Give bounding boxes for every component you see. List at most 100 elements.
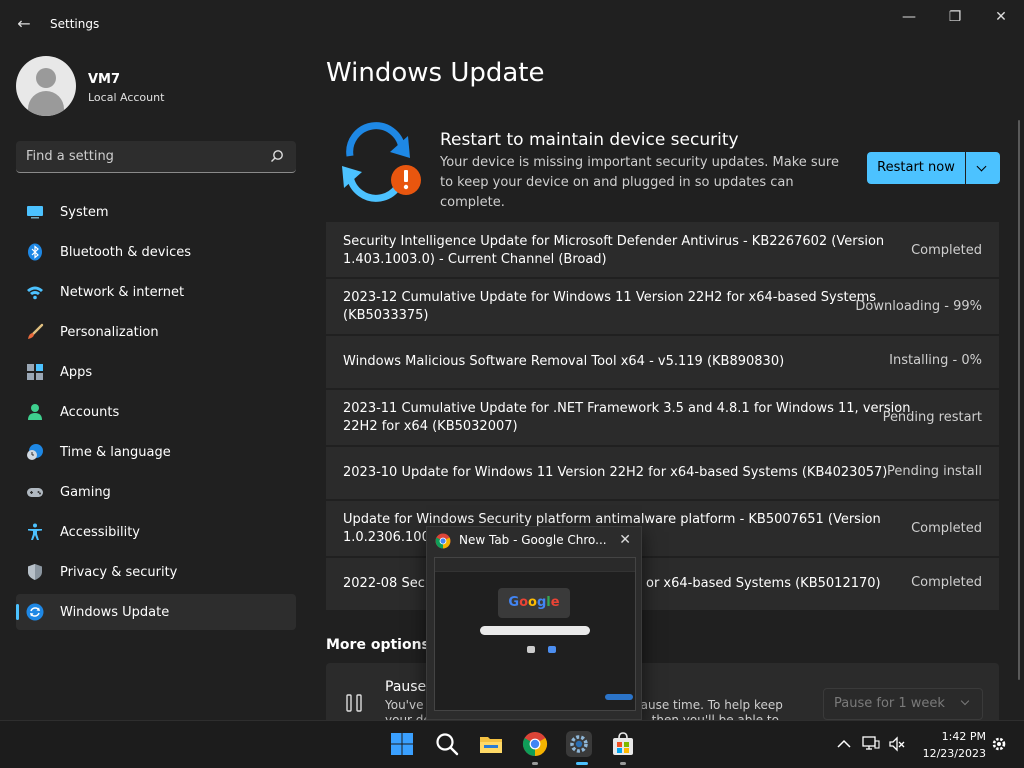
brush-icon xyxy=(28,323,44,339)
pause-duration-select: Pause for 1 week xyxy=(823,688,983,720)
thumbnail-title: New Tab - Google Chro... xyxy=(459,533,607,547)
close-icon[interactable]: ✕ xyxy=(619,532,631,548)
update-status: Pending install xyxy=(886,464,982,479)
sidebar-item-personalization[interactable]: Personalization xyxy=(16,314,296,350)
sidebar-item-bluetooth[interactable]: Bluetooth & devices xyxy=(16,234,296,270)
gamepad-icon xyxy=(27,488,43,497)
minimize-icon[interactable]: — xyxy=(886,6,932,28)
update-name: 2023-11 Cumulative Update for .NET Frame… xyxy=(343,401,911,434)
update-sync-alert-icon xyxy=(342,122,421,202)
update-status: Pending restart xyxy=(882,410,982,425)
sidebar-item-label: Accounts xyxy=(60,405,120,420)
sidebar-item-accessibility[interactable]: Accessibility xyxy=(16,514,296,550)
update-item: 2023-10 Update for Windows 11 Version 22… xyxy=(326,447,999,499)
sidebar-item-time-language[interactable]: Time & language xyxy=(16,434,296,470)
update-status: Installing - 0% xyxy=(889,353,982,368)
notification-gear-icon[interactable] xyxy=(990,735,1008,753)
apps-icon xyxy=(27,364,43,380)
chrome-icon xyxy=(435,533,451,549)
sidebar-item-apps[interactable]: Apps xyxy=(16,354,296,390)
title-bar: ← Settings — ❐ ✕ xyxy=(0,0,1024,46)
restart-now-button[interactable]: Restart now xyxy=(867,152,965,184)
system-icon xyxy=(27,206,43,219)
clock-time[interactable]: 1:42 PM xyxy=(930,730,986,743)
clock-date[interactable]: 12/23/2023 xyxy=(914,747,986,760)
sidebar-item-label: Personalization xyxy=(60,325,159,340)
pause-icon xyxy=(346,694,362,712)
sidebar-item-accounts[interactable]: Accounts xyxy=(16,394,296,430)
sidebar-item-system[interactable]: System xyxy=(16,194,296,230)
sidebar-item-privacy-security[interactable]: Privacy & security xyxy=(16,554,296,590)
sidebar-item-windows-update[interactable]: Windows Update xyxy=(16,594,296,630)
google-logo: Google xyxy=(498,588,570,618)
pause-select-value: Pause for 1 week xyxy=(834,696,945,711)
sidebar-item-label: Time & language xyxy=(60,445,171,460)
speaker-muted-icon[interactable] xyxy=(888,735,906,753)
update-item: Windows Malicious Software Removal Tool … xyxy=(326,336,999,388)
update-name: 2023-12 Cumulative Update for Windows 11… xyxy=(343,290,877,323)
user-name: VM7 xyxy=(88,72,121,87)
thumbnail-preview: Google xyxy=(434,557,636,711)
update-status: Completed xyxy=(911,575,982,590)
sidebar-item-network[interactable]: Network & internet xyxy=(16,274,296,310)
sidebar-item-label: System xyxy=(60,205,109,220)
profile[interactable]: VM7 Local Account xyxy=(16,56,296,118)
windows-start-icon[interactable] xyxy=(389,731,415,757)
store-icon[interactable] xyxy=(610,731,636,757)
bluetooth-icon xyxy=(28,243,42,261)
page-title: Windows Update xyxy=(326,58,545,88)
update-name: 2022-08 Secu xyxy=(343,576,434,591)
file-explorer-icon[interactable] xyxy=(478,731,504,757)
running-indicator xyxy=(532,762,538,765)
update-status: Downloading - 99% xyxy=(855,299,982,314)
network-icon[interactable] xyxy=(862,735,880,753)
chevron-up-icon[interactable] xyxy=(835,735,853,753)
settings-icon[interactable] xyxy=(566,731,592,757)
restart-banner: Restart to maintain device security Your… xyxy=(326,118,1002,210)
sidebar-item-label: Apps xyxy=(60,365,93,380)
update-item: 2023-12 Cumulative Update for Windows 11… xyxy=(326,279,999,334)
accessibility-icon xyxy=(28,523,42,540)
banner-description: Your device is missing important securit… xyxy=(440,155,839,210)
update-name: Windows Malicious Software Removal Tool … xyxy=(343,354,785,369)
shield-icon xyxy=(28,564,42,580)
app-title: Settings xyxy=(50,17,100,31)
chevron-down-icon xyxy=(960,696,970,706)
update-item: Security Intelligence Update for Microso… xyxy=(326,222,999,277)
restart-options-chevron-down-icon[interactable] xyxy=(966,152,1000,184)
sidebar-item-gaming[interactable]: Gaming xyxy=(16,474,296,510)
sidebar-item-label: Gaming xyxy=(60,485,111,500)
sidebar-item-label: Bluetooth & devices xyxy=(60,245,191,260)
search-icon xyxy=(271,150,283,162)
sidebar-item-label: Windows Update xyxy=(60,605,170,620)
update-status: Completed xyxy=(911,243,982,258)
update-name-tail: or x64-based Systems (KB5012170) xyxy=(646,576,881,591)
taskbar: 1:42 PM 12/23/2023 xyxy=(0,720,1024,768)
avatar xyxy=(16,56,76,116)
account-type: Local Account xyxy=(88,91,165,104)
wifi-icon xyxy=(27,286,43,300)
update-status: Completed xyxy=(911,521,982,536)
chrome-window-thumbnail[interactable]: New Tab - Google Chro... ✕ Google xyxy=(426,526,642,720)
clock-globe-icon xyxy=(27,444,43,460)
back-arrow-icon[interactable]: ← xyxy=(14,14,34,34)
pause-title: Pause xyxy=(385,679,427,695)
update-name: 2023-10 Update for Windows 11 Version 22… xyxy=(343,465,888,480)
close-icon[interactable]: ✕ xyxy=(978,6,1024,28)
maximize-icon[interactable]: ❐ xyxy=(932,6,978,28)
chrome-icon[interactable] xyxy=(522,731,548,757)
person-icon xyxy=(28,404,42,420)
active-indicator xyxy=(576,762,588,765)
search-input[interactable]: Find a setting xyxy=(16,141,296,173)
scrollbar[interactable] xyxy=(1018,120,1020,680)
sidebar-item-label: Network & internet xyxy=(60,285,185,300)
update-item: 2023-11 Cumulative Update for .NET Frame… xyxy=(326,390,999,445)
banner-title: Restart to maintain device security xyxy=(440,130,739,150)
search-placeholder: Find a setting xyxy=(26,149,114,164)
sync-icon xyxy=(26,603,44,621)
running-indicator xyxy=(620,762,626,765)
more-options-heading: More options xyxy=(326,637,430,653)
sidebar-nav: System Bluetooth & devices Network & int… xyxy=(16,194,296,634)
search-icon[interactable] xyxy=(434,731,460,757)
update-name: Security Intelligence Update for Microso… xyxy=(343,234,885,267)
